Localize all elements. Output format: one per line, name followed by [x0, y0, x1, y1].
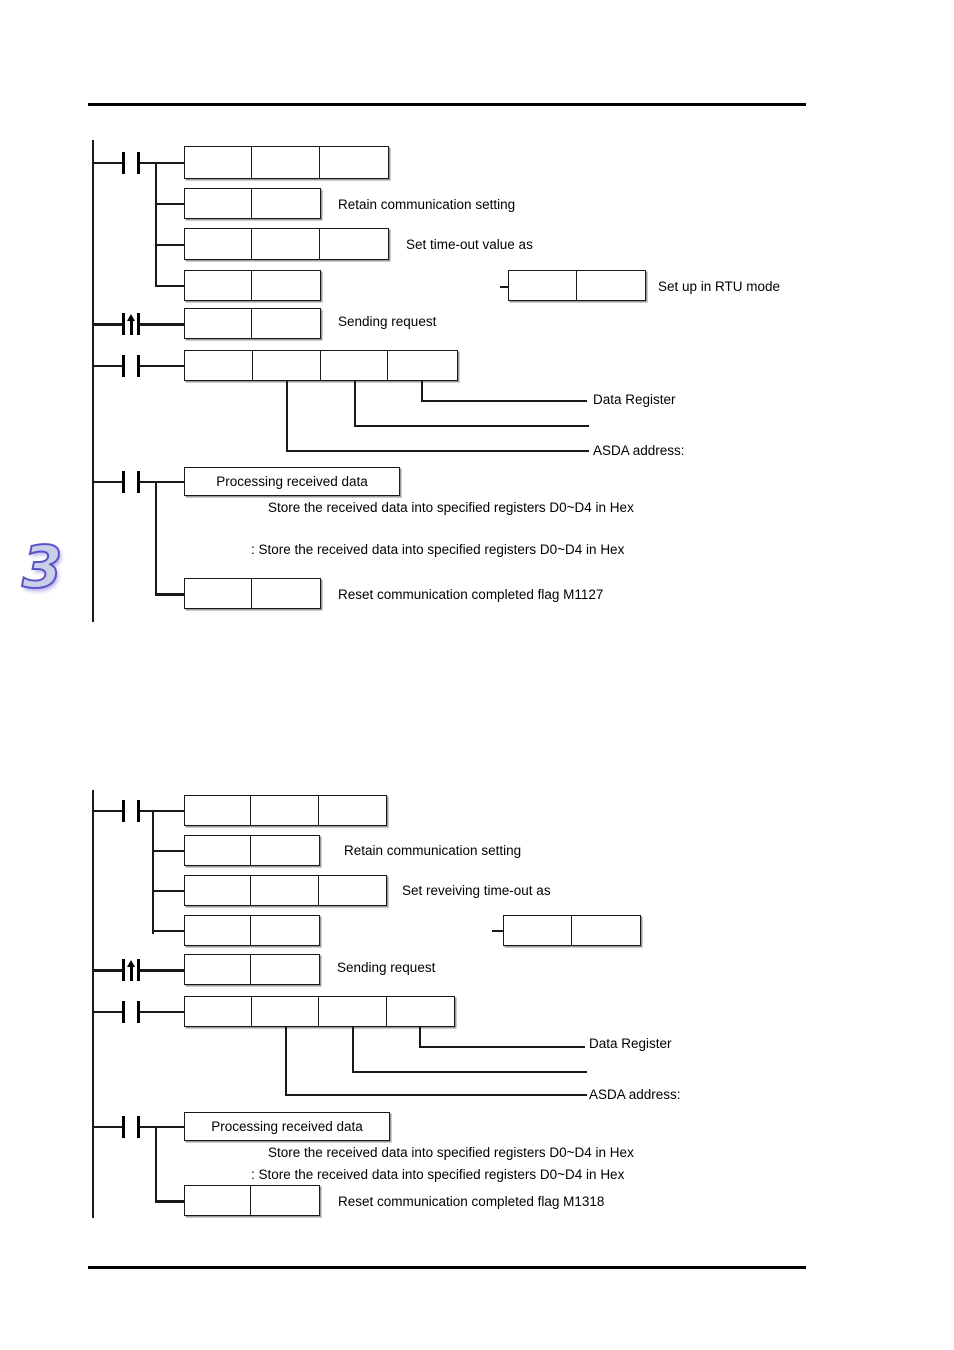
rung2-wire-7b — [140, 1126, 186, 1128]
instruction-block-2-3[interactable] — [184, 875, 387, 906]
block-cell — [251, 955, 319, 984]
annotation-set-receiving-timeout: Set reveiving time-out as — [402, 883, 551, 898]
instruction-block-processing-received-data-2[interactable]: Processing received data — [184, 1112, 390, 1141]
block-cell — [251, 796, 319, 825]
block-cell — [185, 1186, 252, 1215]
callout-leader-v-asda-2 — [285, 1027, 287, 1096]
block-cell — [185, 796, 252, 825]
instruction-block-2-5[interactable] — [184, 954, 320, 985]
block-cell — [572, 916, 640, 945]
annotation-store-received-data-line1-2: Store the received data into specified r… — [268, 1145, 634, 1160]
rung2-wire-6b — [140, 1011, 186, 1013]
block-cell — [185, 955, 252, 984]
block-cell — [251, 1186, 319, 1215]
block-cell — [504, 916, 572, 945]
block-cell — [251, 836, 319, 865]
power-rail-left-2 — [92, 790, 94, 1218]
block-cell — [251, 916, 319, 945]
callout-leader-h-asda-2 — [285, 1094, 587, 1096]
rung2-wire-1b — [140, 810, 186, 812]
callout-label-data-register-2: Data Register — [589, 1036, 672, 1051]
instruction-block-2-2[interactable] — [184, 835, 320, 866]
annotation-sending-request-2: Sending request — [337, 960, 436, 975]
callout-leader-v-data-register-2 — [419, 1027, 421, 1048]
footer-rule — [88, 1266, 806, 1269]
block-cell — [185, 876, 252, 905]
document-page: 3 Retain communication setting Set time-… — [0, 0, 954, 1350]
rung2-wire-5b — [140, 969, 186, 972]
callout-leader-h-data-register-2 — [419, 1046, 585, 1048]
instruction-block-2-4[interactable] — [184, 915, 320, 946]
annotation-retain-comm-setting-2: Retain communication setting — [344, 843, 522, 858]
annotation-reset-comm-flag-2: Reset communication completed flag M1318 — [338, 1194, 605, 1209]
block-cell — [319, 997, 387, 1026]
callout-leader-h-middle-2 — [352, 1071, 587, 1073]
callout-leader-v-middle-2 — [352, 1027, 354, 1073]
block-cell — [251, 876, 319, 905]
block-cell — [185, 916, 252, 945]
block-cell — [185, 836, 252, 865]
block-cell — [319, 796, 386, 825]
ladder-diagram-ascii: Retain communication setting Set reveivi… — [0, 0, 954, 1240]
rung2-wire-3 — [152, 890, 184, 892]
rung2-wire-2 — [152, 850, 184, 852]
branch-trunk-3 — [152, 810, 154, 934]
block-cell — [185, 997, 252, 1026]
instruction-block-2-6[interactable] — [184, 996, 455, 1027]
annotation-store-received-data-line2-2: : Store the received data into specified… — [251, 1167, 625, 1182]
side-instruction-block-2[interactable] — [503, 915, 641, 946]
block-label: Processing received data — [211, 1119, 363, 1134]
callout-label-asda-address-2: ASDA address: — [589, 1087, 681, 1102]
instruction-block-2-1[interactable] — [184, 795, 387, 826]
block-cell — [319, 876, 386, 905]
block-cell — [387, 997, 455, 1026]
branch-trunk-4 — [155, 1126, 157, 1201]
block-cell — [252, 997, 319, 1026]
instruction-block-reset-flag-2[interactable] — [184, 1185, 320, 1216]
rung2-wire-4 — [152, 930, 184, 932]
rung2-wire-8 — [155, 1200, 185, 1203]
